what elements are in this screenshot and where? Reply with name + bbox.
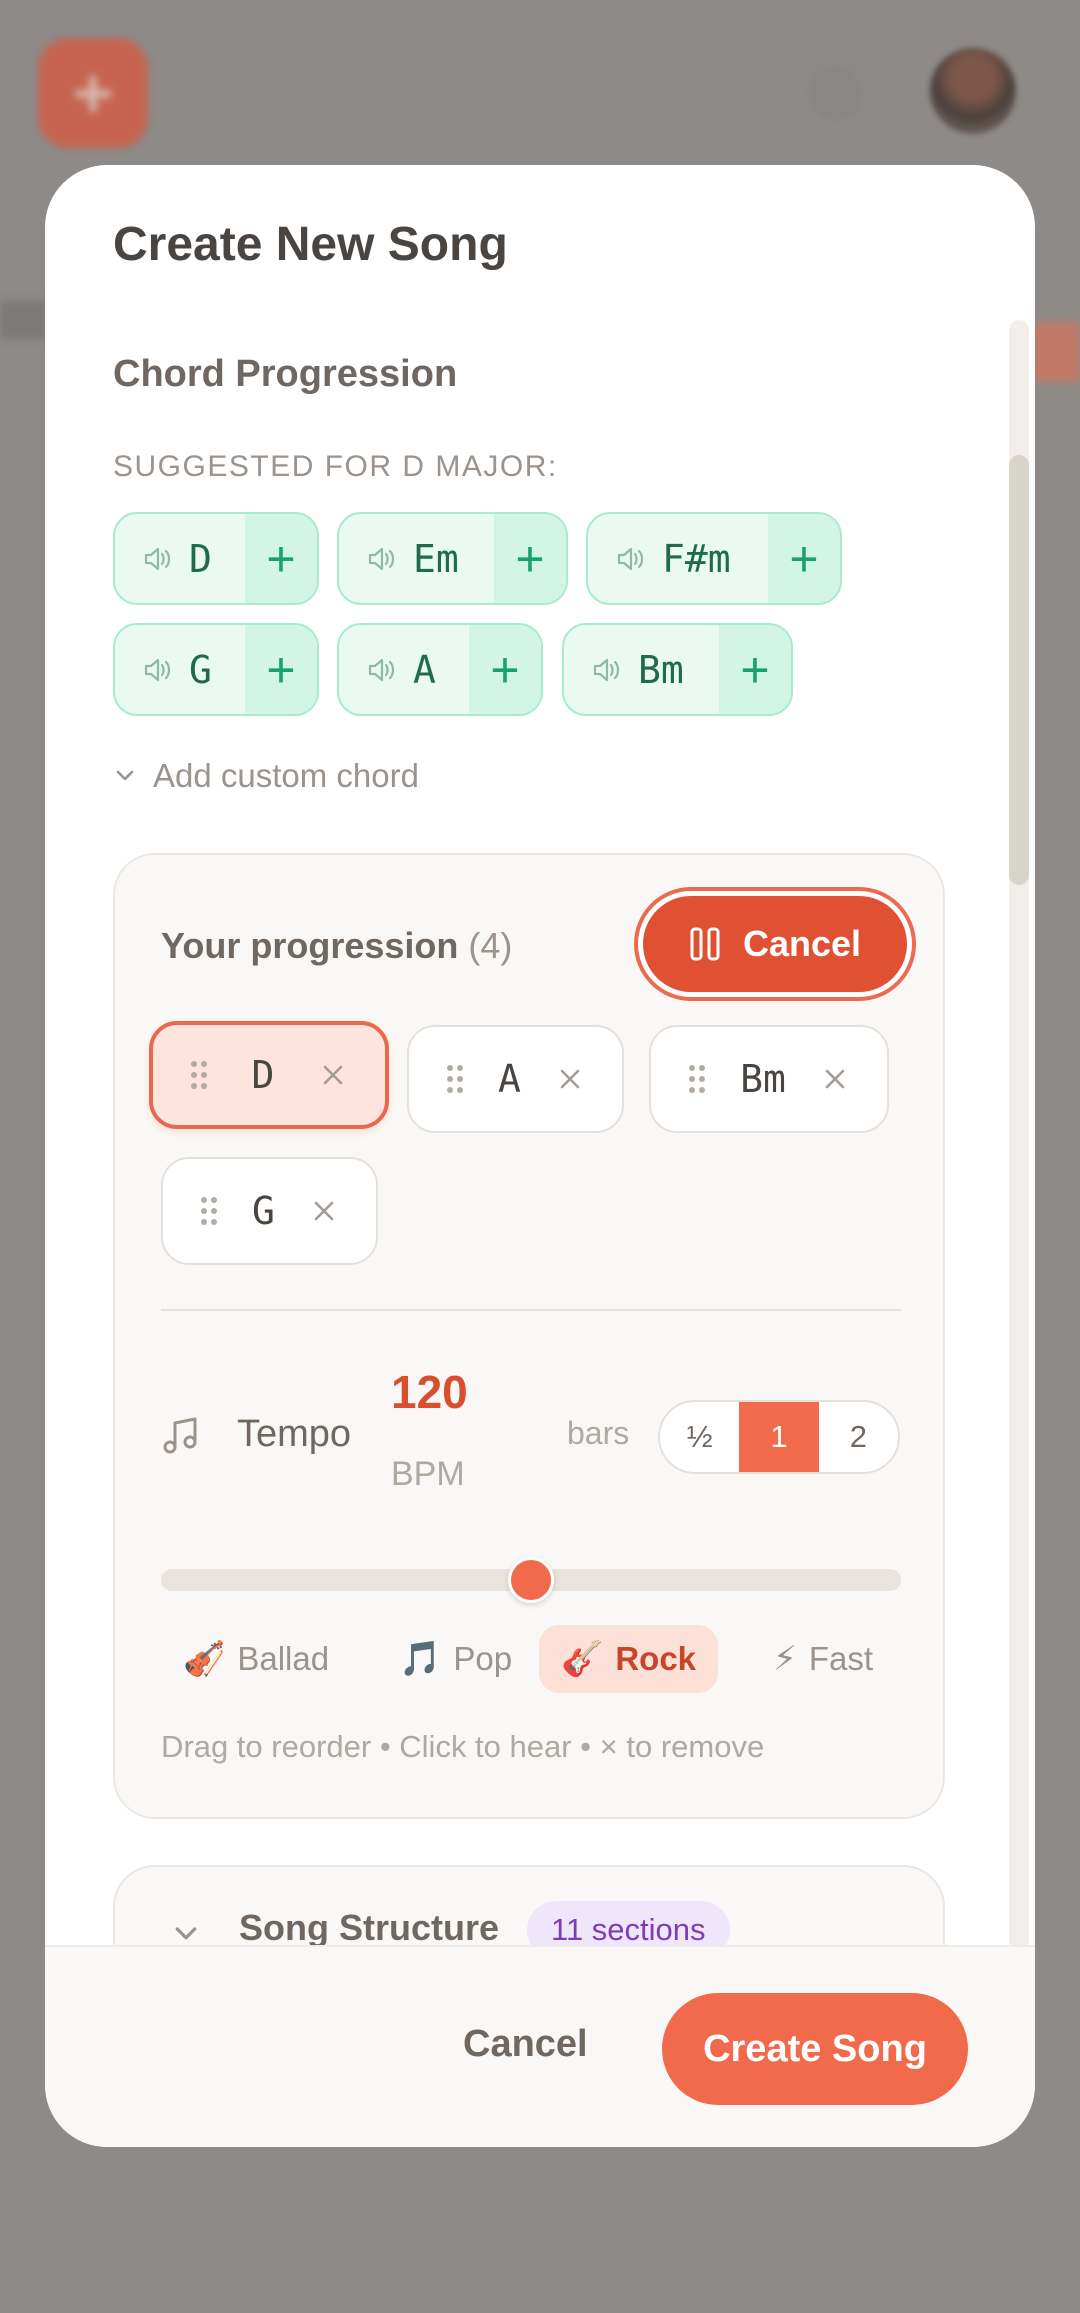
tempo-preset-pop[interactable]: 🎵 Pop — [377, 1625, 534, 1693]
speaker-icon — [368, 547, 395, 570]
bars-option[interactable]: ½ — [660, 1402, 739, 1472]
pause-icon — [690, 927, 720, 961]
stop-playback-button[interactable]: Cancel — [643, 896, 907, 992]
tempo-preset-fast[interactable]: ⚡ Fast — [751, 1625, 895, 1693]
progression-chord[interactable]: A — [407, 1025, 624, 1133]
add-chord-button[interactable]: + — [768, 514, 840, 603]
suggested-chord-chip: A + — [337, 623, 543, 716]
preset-emoji: 🎵 — [399, 1639, 442, 1679]
add-custom-chord-toggle[interactable]: Add custom chord — [113, 757, 419, 795]
close-icon[interactable] — [556, 1065, 584, 1093]
stop-playback-label: Cancel — [742, 923, 862, 964]
chord-name: F#m — [662, 536, 731, 581]
progression-chord[interactable]: D — [149, 1021, 389, 1129]
bars-selector: ½12 — [658, 1400, 900, 1474]
progression-card: Your progression (4) Cancel D A Bm G Tempo … — [113, 853, 945, 1819]
drag-handle-icon[interactable] — [191, 1061, 207, 1089]
chord-name: A — [498, 1057, 521, 1101]
tempo-value: 120 — [391, 1366, 468, 1418]
modal-title: Create New Song — [113, 218, 508, 271]
drag-handle-icon[interactable] — [201, 1197, 217, 1225]
preset-emoji: 🎻 — [183, 1639, 226, 1679]
add-chord-button[interactable]: + — [245, 625, 317, 714]
play-chord-button[interactable]: Em — [339, 514, 459, 603]
create-song-button[interactable]: Create Song — [662, 1993, 968, 2105]
progression-chord[interactable]: G — [161, 1157, 378, 1265]
play-chord-button[interactable]: D — [115, 514, 212, 603]
close-icon[interactable] — [310, 1197, 338, 1225]
close-icon[interactable] — [821, 1065, 849, 1093]
suggested-chord-chip: Em + — [337, 512, 568, 605]
chord-name: G — [189, 647, 212, 692]
progression-count: (4) — [468, 925, 513, 966]
progression-title-text: Your progression — [161, 925, 459, 966]
bars-option[interactable]: 2 — [819, 1402, 898, 1472]
tempo-preset-ballad[interactable]: 🎻 Ballad — [161, 1625, 351, 1693]
add-chord-button[interactable]: + — [245, 514, 317, 603]
speaker-icon — [617, 547, 644, 570]
chord-name: D — [189, 536, 212, 581]
suggested-chord-chip: D + — [113, 512, 319, 605]
tempo-unit: BPM — [391, 1455, 465, 1493]
chord-name: Bm — [740, 1057, 786, 1101]
notification-icon — [808, 66, 862, 120]
speaker-icon — [144, 547, 171, 570]
preset-emoji: ⚡ — [773, 1639, 797, 1679]
avatar — [930, 48, 1016, 134]
play-chord-button[interactable]: F#m — [588, 514, 731, 603]
play-chord-button[interactable]: Bm — [564, 625, 684, 714]
add-chord-button[interactable]: + — [494, 514, 566, 603]
bars-option[interactable]: 1 — [739, 1402, 819, 1472]
chord-name: G — [252, 1189, 275, 1233]
preset-label: Pop — [453, 1640, 513, 1677]
add-chord-button[interactable]: + — [469, 625, 541, 714]
preset-label: Rock — [615, 1640, 697, 1677]
preset-label: Fast — [808, 1640, 874, 1677]
cancel-button[interactable]: Cancel — [463, 2023, 588, 2066]
chord-name: A — [413, 647, 436, 692]
preset-label: Ballad — [237, 1640, 330, 1677]
preset-emoji: 🎸 — [561, 1639, 604, 1679]
drag-handle-icon[interactable] — [689, 1065, 705, 1093]
create-song-modal: Create New Song Chord Progression SUGGES… — [45, 165, 1035, 2147]
speaker-icon — [593, 658, 620, 681]
suggested-label: SUGGESTED FOR D MAJOR: — [113, 450, 558, 483]
background-element — [0, 300, 50, 340]
speaker-icon — [144, 658, 171, 681]
suggested-chord-chip: F#m + — [586, 512, 842, 605]
suggested-chord-chip: Bm + — [562, 623, 793, 716]
scrollbar-thumb[interactable] — [1009, 455, 1029, 885]
close-icon[interactable] — [319, 1061, 347, 1089]
chord-progression-heading: Chord Progression — [113, 353, 458, 395]
play-chord-button[interactable]: G — [115, 625, 212, 714]
divider — [161, 1309, 901, 1311]
add-custom-chord-label: Add custom chord — [153, 757, 419, 794]
tempo-slider-thumb[interactable] — [508, 1557, 554, 1603]
tempo-label: Tempo — [237, 1413, 352, 1455]
chevron-down-icon — [116, 770, 134, 781]
chord-name: D — [251, 1053, 275, 1097]
progression-title: Your progression (4) — [161, 925, 512, 967]
add-chord-button[interactable]: + — [719, 625, 791, 714]
song-structure-title: Song Structure — [239, 1907, 500, 1948]
bars-label: bars — [567, 1415, 630, 1451]
app-logo — [38, 38, 148, 148]
chord-name: Em — [413, 536, 459, 581]
play-chord-button[interactable]: A — [339, 625, 436, 714]
progression-chord[interactable]: Bm — [649, 1025, 889, 1133]
tempo-preset-rock[interactable]: 🎸 Rock — [539, 1625, 719, 1693]
modal-footer: Cancel Create Song — [45, 1945, 1035, 2147]
chord-name: Bm — [638, 647, 684, 692]
music-note-icon — [163, 1417, 197, 1454]
drag-handle-icon[interactable] — [447, 1065, 463, 1093]
speaker-icon — [368, 658, 395, 681]
suggested-chord-chip: G + — [113, 623, 319, 716]
progression-hint: Drag to reorder • Click to hear • × to r… — [161, 1729, 765, 1764]
